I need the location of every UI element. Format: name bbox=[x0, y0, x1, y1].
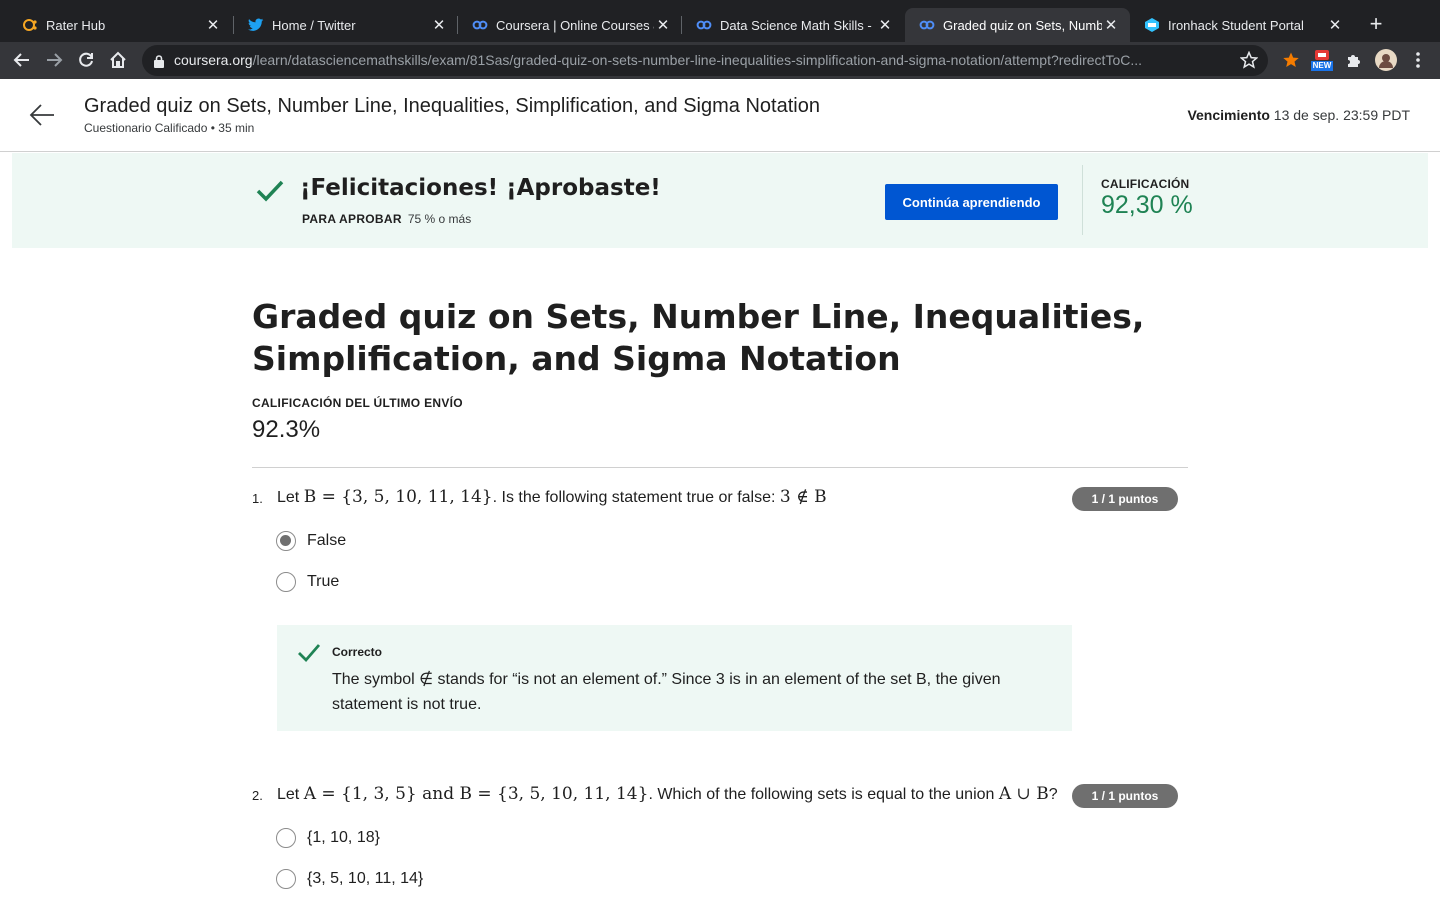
feedback-box: Correcto The symbol ∉ stands for “is not… bbox=[277, 625, 1072, 731]
ironhack-icon bbox=[1144, 17, 1160, 33]
tab-graded-quiz[interactable]: Graded quiz on Sets, Numbe ✕ bbox=[905, 8, 1130, 42]
close-icon[interactable]: ✕ bbox=[1326, 16, 1344, 34]
tab-title: Rater Hub bbox=[46, 17, 106, 33]
coursera-icon bbox=[919, 17, 935, 33]
radio-button-selected[interactable] bbox=[276, 531, 296, 551]
header-title: Graded quiz on Sets, Number Line, Inequa… bbox=[84, 95, 820, 117]
back-icon[interactable] bbox=[8, 46, 36, 74]
tab-title: Ironhack Student Portal bbox=[1168, 17, 1304, 33]
close-icon[interactable]: ✕ bbox=[430, 16, 448, 34]
menu-kebab-icon[interactable] bbox=[1405, 47, 1431, 73]
forward-icon[interactable] bbox=[40, 46, 68, 74]
reload-icon[interactable] bbox=[72, 46, 100, 74]
radio-button[interactable] bbox=[276, 828, 296, 848]
tab-rater-hub[interactable]: Rater Hub ✕ bbox=[8, 8, 232, 42]
close-icon[interactable]: ✕ bbox=[876, 16, 894, 34]
math-expression: A ∪ B bbox=[998, 784, 1049, 804]
check-icon bbox=[297, 643, 321, 667]
lock-icon bbox=[154, 53, 164, 72]
close-icon[interactable]: ✕ bbox=[204, 16, 222, 34]
continue-learning-button[interactable]: Continúa aprendiendo bbox=[885, 184, 1058, 220]
divider bbox=[252, 467, 1188, 468]
bookmark-star-icon[interactable] bbox=[1239, 50, 1259, 73]
question-end: ? bbox=[1048, 786, 1058, 803]
option-label: {1, 10, 18} bbox=[307, 829, 380, 846]
feedback-title: Correcto bbox=[332, 645, 383, 659]
pass-threshold: PARA APROBAR 75 % o más bbox=[302, 212, 471, 226]
browser-tab-bar: Rater Hub ✕ Home / Twitter ✕ Coursera | … bbox=[0, 0, 1440, 42]
due-label: Vencimiento bbox=[1187, 107, 1270, 123]
due-value: 13 de sep. 23:59 PDT bbox=[1273, 107, 1410, 123]
math-expression: A = {1, 3, 5} bbox=[303, 784, 417, 804]
quiz-header: Graded quiz on Sets, Number Line, Inequa… bbox=[0, 79, 1440, 152]
extension-star-icon[interactable] bbox=[1278, 47, 1304, 73]
extension-new-icon[interactable]: NEW bbox=[1308, 47, 1336, 73]
grade-label: CALIFICACIÓN bbox=[1101, 177, 1190, 191]
tab-twitter[interactable]: Home / Twitter ✕ bbox=[234, 8, 458, 42]
tab-title: Coursera | Online Courses & bbox=[496, 17, 654, 33]
close-icon[interactable]: ✕ bbox=[654, 16, 672, 34]
header-subtitle: Cuestionario Calificado • 35 min bbox=[84, 121, 255, 135]
points-badge: 1 / 1 puntos bbox=[1072, 487, 1178, 511]
browser-toolbar: coursera.org/learn/datasciencemathskills… bbox=[0, 42, 1440, 79]
profile-avatar[interactable] bbox=[1373, 47, 1399, 73]
question-text: Let A = {1, 3, 5} and B = {3, 5, 10, 11,… bbox=[277, 784, 1058, 804]
tab-title: Graded quiz on Sets, Numbe bbox=[943, 17, 1102, 33]
raterhub-icon bbox=[22, 17, 38, 33]
coursera-icon bbox=[696, 17, 712, 33]
url-path: /learn/datasciencemathskills/exam/81Sas/… bbox=[252, 52, 1143, 68]
new-tab-button[interactable]: + bbox=[1364, 12, 1388, 36]
radio-button[interactable] bbox=[276, 572, 296, 592]
due-date: Vencimiento 13 de sep. 23:59 PDT bbox=[1187, 107, 1410, 123]
last-submission-label: CALIFICACIÓN DEL ÚLTIMO ENVÍO bbox=[252, 396, 463, 410]
answer-option[interactable]: False bbox=[276, 531, 346, 551]
close-icon[interactable]: ✕ bbox=[1102, 16, 1120, 34]
tab-ironhack[interactable]: Ironhack Student Portal ✕ bbox=[1130, 8, 1354, 42]
question-middle: . Is the following statement true or fal… bbox=[492, 489, 780, 506]
points-badge: 1 / 1 puntos bbox=[1072, 784, 1178, 808]
math-expression: 3 ∉ B bbox=[779, 487, 827, 507]
radio-button[interactable] bbox=[276, 869, 296, 889]
math-expression: B = {3, 5, 10, 11, 14} bbox=[303, 487, 493, 507]
back-arrow-icon[interactable] bbox=[28, 101, 56, 133]
extensions-puzzle-icon[interactable] bbox=[1341, 47, 1367, 73]
question-number: 2. bbox=[252, 788, 263, 803]
tab-title: Data Science Math Skills - Ir bbox=[720, 17, 876, 33]
question-suffix: . Which of the following sets is equal t… bbox=[648, 786, 999, 803]
question-prefix: Let bbox=[277, 489, 304, 506]
tab-coursera-home[interactable]: Coursera | Online Courses & ✕ bbox=[458, 8, 682, 42]
last-submission-grade: 92.3% bbox=[252, 416, 321, 443]
answer-option[interactable]: True bbox=[276, 572, 339, 592]
question-prefix: Let bbox=[277, 786, 304, 803]
tab-data-science-math[interactable]: Data Science Math Skills - Ir ✕ bbox=[682, 8, 904, 42]
question-text: Let B = {3, 5, 10, 11, 14}. Is the follo… bbox=[277, 487, 827, 507]
url-text: coursera.org/learn/datasciencemathskills… bbox=[174, 52, 1224, 68]
tab-title: Home / Twitter bbox=[272, 17, 356, 33]
question-middle: and bbox=[416, 784, 460, 804]
quiz-title: Graded quiz on Sets, Number Line, Inequa… bbox=[252, 297, 1145, 378]
check-icon bbox=[255, 179, 285, 207]
twitter-icon bbox=[248, 17, 264, 33]
pass-banner: ¡Felicitaciones! ¡Aprobaste! PARA APROBA… bbox=[12, 153, 1428, 248]
pass-value: 75 % o más bbox=[407, 212, 472, 226]
banner-divider bbox=[1082, 165, 1083, 235]
banner-title: ¡Felicitaciones! ¡Aprobaste! bbox=[300, 175, 661, 201]
coursera-icon bbox=[472, 17, 488, 33]
option-label: False bbox=[307, 532, 347, 549]
address-bar[interactable]: coursera.org/learn/datasciencemathskills… bbox=[142, 45, 1268, 76]
home-icon[interactable] bbox=[104, 46, 132, 74]
new-badge: NEW bbox=[1310, 61, 1334, 71]
option-label: {3, 5, 10, 11, 14} bbox=[307, 870, 424, 887]
grade-value: 92,30 % bbox=[1101, 191, 1193, 219]
answer-option[interactable]: {1, 10, 18} bbox=[276, 828, 380, 848]
feedback-text: The symbol ∉ stands for “is not an eleme… bbox=[332, 671, 1001, 713]
option-label: True bbox=[307, 573, 340, 590]
question-number: 1. bbox=[252, 491, 263, 506]
answer-option[interactable]: {3, 5, 10, 11, 14} bbox=[276, 869, 423, 889]
pass-label: PARA APROBAR bbox=[302, 212, 402, 226]
url-domain: coursera.org bbox=[174, 52, 253, 68]
math-expression: B = {3, 5, 10, 11, 14} bbox=[459, 784, 649, 804]
